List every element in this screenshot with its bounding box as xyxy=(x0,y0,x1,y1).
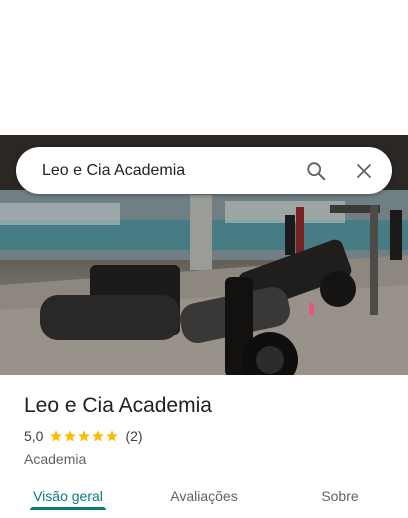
rating-row[interactable]: 5,0 (2) xyxy=(24,426,394,446)
clear-search-button[interactable] xyxy=(340,147,388,194)
review-count[interactable]: (2) xyxy=(125,426,142,446)
search-icon xyxy=(307,161,326,180)
place-info: Leo e Cia Academia 5,0 (2) Academia xyxy=(24,392,394,467)
search-button[interactable] xyxy=(292,147,340,194)
star-icon xyxy=(106,430,119,442)
tab-reviews[interactable]: Avaliações xyxy=(136,474,272,510)
star-icon xyxy=(92,430,105,442)
star-icon xyxy=(64,430,77,442)
place-category[interactable]: Academia xyxy=(24,451,394,467)
tab-about[interactable]: Sobre xyxy=(272,474,408,510)
search-bar[interactable] xyxy=(16,146,392,195)
rating-value: 5,0 xyxy=(24,428,44,444)
star-icon xyxy=(50,430,63,442)
place-tabs: Visão geral Avaliações Sobre xyxy=(0,474,408,510)
star-icon xyxy=(78,430,91,442)
star-rating xyxy=(49,429,119,443)
place-title: Leo e Cia Academia xyxy=(24,394,212,417)
tab-overview[interactable]: Visão geral xyxy=(0,474,136,510)
close-icon xyxy=(357,163,371,178)
search-input[interactable] xyxy=(40,146,292,195)
